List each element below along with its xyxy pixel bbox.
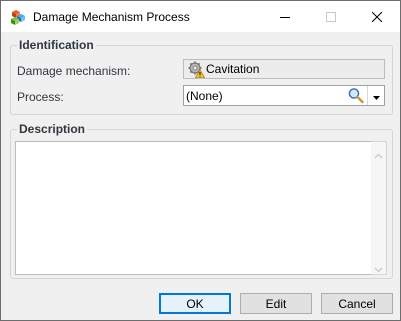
window-title: Damage Mechanism Process [33,10,190,24]
magnifier-icon[interactable] [347,87,365,104]
process-label: Process: [17,90,64,104]
title-bar[interactable]: Damage Mechanism Process [1,1,400,32]
cubes-icon [11,9,27,25]
damage-mechanism-value: Cavitation [206,62,260,76]
process-value[interactable]: (None) [186,89,223,103]
process-dropdown-button[interactable] [367,86,384,105]
minimize-icon [280,12,290,22]
description-group-title: Description [17,122,88,136]
damage-mechanism-label: Damage mechanism: [17,64,131,78]
cancel-button[interactable]: Cancel [321,293,393,314]
damage-mechanism-field: Cavitation [183,59,385,79]
chevron-down-icon [372,89,380,103]
ok-button[interactable]: OK [159,293,231,314]
scroll-down-icon[interactable] [374,262,383,276]
maximize-button[interactable] [308,1,354,32]
edit-button[interactable]: Edit [240,293,312,314]
gear-warning-icon [188,61,206,78]
description-scrollbar[interactable] [371,141,387,275]
description-textarea[interactable] [15,141,372,275]
close-button[interactable] [354,1,400,32]
process-combobox[interactable]: (None) [183,85,385,106]
maximize-icon [326,11,336,22]
dialog-window: Damage Mechanism Process Identification … [0,0,401,321]
scroll-up-icon[interactable] [374,148,383,162]
close-icon [372,11,382,22]
minimize-button[interactable] [262,1,308,32]
identification-group-title: Identification [17,38,96,52]
